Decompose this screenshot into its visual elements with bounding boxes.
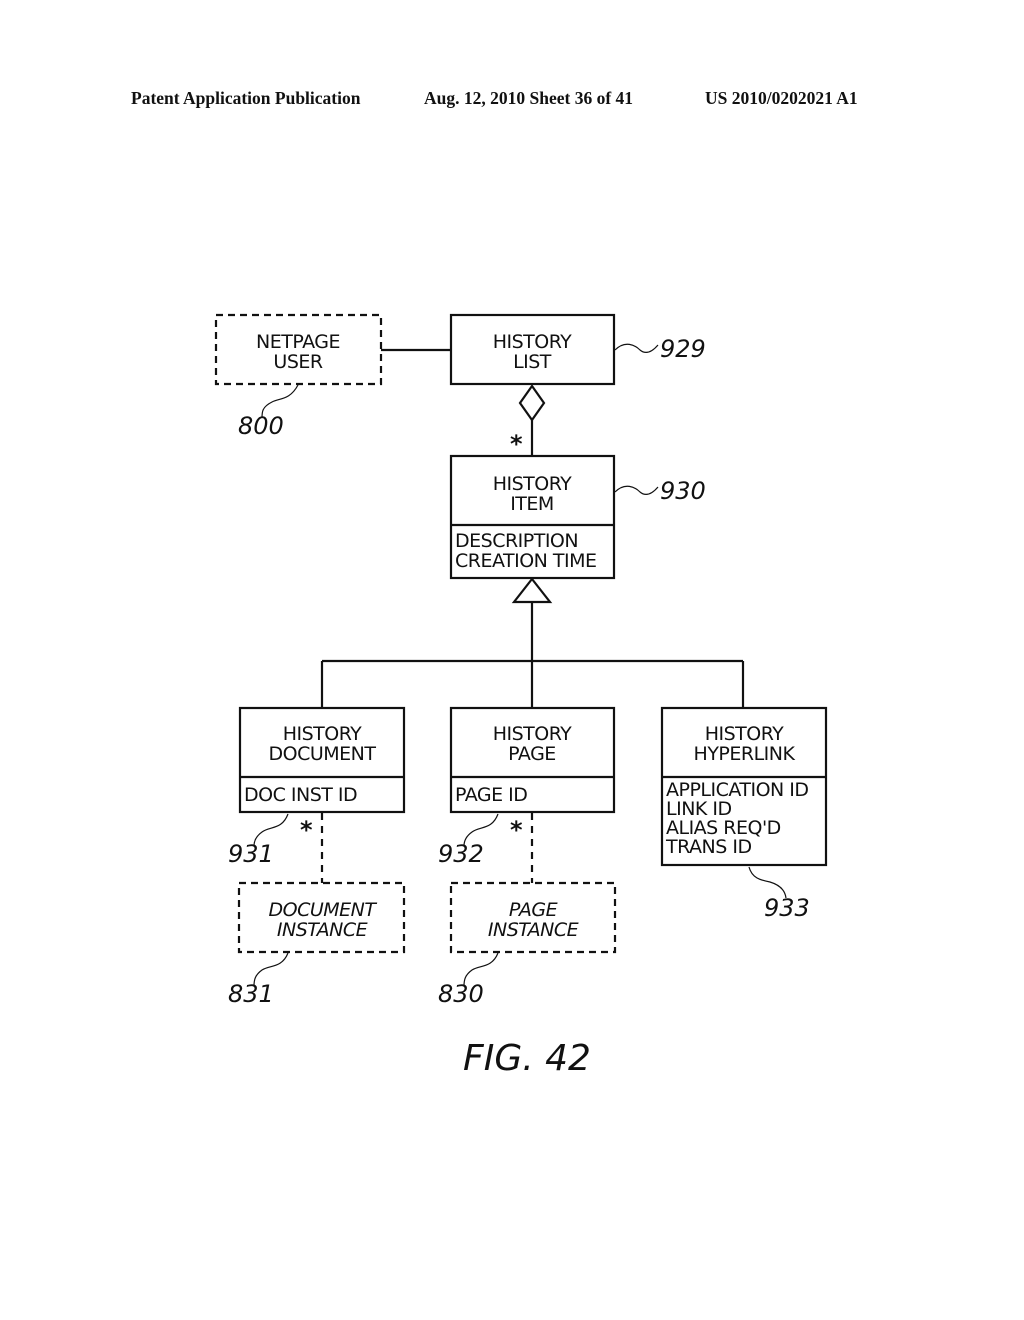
node-title-line: DOCUMENT <box>269 899 378 921</box>
generalization-triangle-icon <box>511 577 553 604</box>
attribute-creation-time: CREATION TIME <box>455 550 597 572</box>
attribute-page-id: PAGE ID <box>455 784 527 806</box>
node-history-document: HISTORY DOCUMENT DOC INST ID 931 <box>228 706 406 868</box>
attribute-trans-id: TRANS ID <box>665 836 752 858</box>
node-title-line: LIST <box>513 351 552 373</box>
node-page-instance: PAGE INSTANCE 830 <box>438 881 617 1008</box>
ref-numeral-831: 831 <box>228 980 274 1008</box>
attribute-description: DESCRIPTION <box>455 530 578 552</box>
node-title-line: HISTORY <box>493 723 572 745</box>
ref-numeral-930: 930 <box>660 477 706 505</box>
node-title-line: HISTORY <box>705 723 784 745</box>
ref-numeral-932: 932 <box>438 840 484 868</box>
ref-numeral-931: 931 <box>228 840 274 868</box>
node-netpage-user: NETPAGE USER 800 <box>214 313 383 440</box>
figure-label: FIG. 42 <box>463 1038 591 1079</box>
multiplicity-star: * <box>300 816 313 844</box>
node-title-line: PAGE <box>509 899 558 921</box>
node-document-instance: DOCUMENT INSTANCE 831 <box>228 881 406 1008</box>
ref-leader-929 <box>614 343 659 354</box>
ref-numeral-929: 929 <box>660 335 706 363</box>
node-title-line: HISTORY <box>493 331 572 353</box>
node-title-line: PAGE <box>508 743 556 765</box>
multiplicity-star: * <box>510 430 523 458</box>
node-title-line: NETPAGE <box>256 331 340 353</box>
ref-numeral-830: 830 <box>438 980 484 1008</box>
ref-numeral-800: 800 <box>238 412 284 440</box>
node-title-line: HISTORY <box>283 723 362 745</box>
ref-numeral-933: 933 <box>764 894 810 922</box>
ref-leader-930 <box>614 485 659 496</box>
multiplicity-star: * <box>510 816 523 844</box>
node-title-line: INSTANCE <box>277 919 368 941</box>
node-history-item: HISTORY ITEM DESCRIPTION CREATION TIME 9… <box>449 454 706 580</box>
node-title-line: HYPERLINK <box>694 743 796 765</box>
node-title-line: ITEM <box>510 493 554 515</box>
node-history-page: HISTORY PAGE PAGE ID 932 <box>438 706 616 868</box>
node-history-list: HISTORY LIST 929 <box>449 313 706 386</box>
node-title-line: USER <box>273 351 322 373</box>
node-history-hyperlink: HISTORY HYPERLINK APPLICATION ID LINK ID… <box>660 706 828 922</box>
attribute-doc-inst-id: DOC INST ID <box>244 784 357 806</box>
uml-diagram: * * * NETPAGE USER 800 HISTORY LIST 929 … <box>214 313 828 1079</box>
node-title-line: DOCUMENT <box>269 743 377 765</box>
aggregation-diamond-icon <box>518 384 546 422</box>
node-title-line: INSTANCE <box>488 919 579 941</box>
node-title-line: HISTORY <box>493 473 572 495</box>
